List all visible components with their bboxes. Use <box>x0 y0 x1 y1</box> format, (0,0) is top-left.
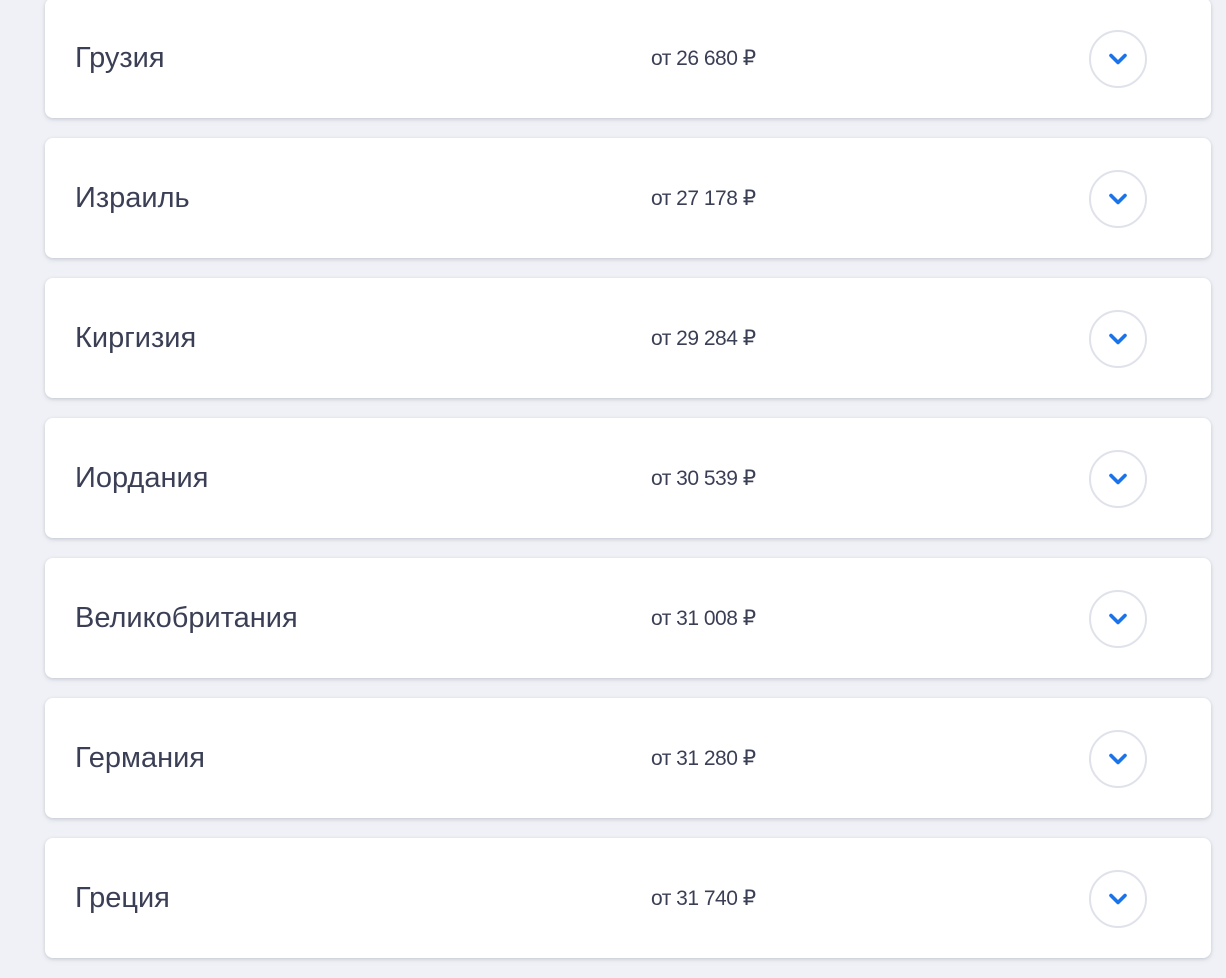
price-from: от 31 740 ₽ <box>651 887 756 910</box>
chevron-down-icon <box>1109 53 1127 65</box>
country-name: Грузия <box>75 42 165 74</box>
expand-button[interactable] <box>1089 170 1147 228</box>
chevron-down-icon <box>1109 613 1127 625</box>
destination-card-greece[interactable]: Греция от 31 740 ₽ <box>45 838 1211 958</box>
price-from: от 27 178 ₽ <box>651 187 756 210</box>
destination-card-israel[interactable]: Израиль от 27 178 ₽ <box>45 138 1211 258</box>
price-from: от 30 539 ₽ <box>651 467 756 490</box>
chevron-down-icon <box>1109 753 1127 765</box>
destination-card-germany[interactable]: Германия от 31 280 ₽ <box>45 698 1211 818</box>
chevron-down-icon <box>1109 473 1127 485</box>
chevron-down-icon <box>1109 193 1127 205</box>
destination-card-jordan[interactable]: Иордания от 30 539 ₽ <box>45 418 1211 538</box>
expand-button[interactable] <box>1089 870 1147 928</box>
expand-button[interactable] <box>1089 310 1147 368</box>
expand-button[interactable] <box>1089 30 1147 88</box>
destination-card-kyrgyzstan[interactable]: Киргизия от 29 284 ₽ <box>45 278 1211 398</box>
country-name: Иордания <box>75 462 209 494</box>
expand-button[interactable] <box>1089 730 1147 788</box>
price-from: от 26 680 ₽ <box>651 47 756 70</box>
country-name: Израиль <box>75 182 190 214</box>
destination-card-great-britain[interactable]: Великобритания от 31 008 ₽ <box>45 558 1211 678</box>
country-name: Киргизия <box>75 322 197 354</box>
country-name: Великобритания <box>75 602 298 634</box>
chevron-down-icon <box>1109 333 1127 345</box>
destination-list: Грузия от 26 680 ₽ Израиль от 27 178 ₽ К… <box>45 0 1211 978</box>
price-from: от 29 284 ₽ <box>651 327 756 350</box>
chevron-down-icon <box>1109 893 1127 905</box>
country-name: Греция <box>75 882 170 914</box>
destination-card-georgia[interactable]: Грузия от 26 680 ₽ <box>45 0 1211 118</box>
country-name: Германия <box>75 742 206 774</box>
price-from: от 31 280 ₽ <box>651 747 756 770</box>
price-from: от 31 008 ₽ <box>651 607 756 630</box>
expand-button[interactable] <box>1089 450 1147 508</box>
expand-button[interactable] <box>1089 590 1147 648</box>
